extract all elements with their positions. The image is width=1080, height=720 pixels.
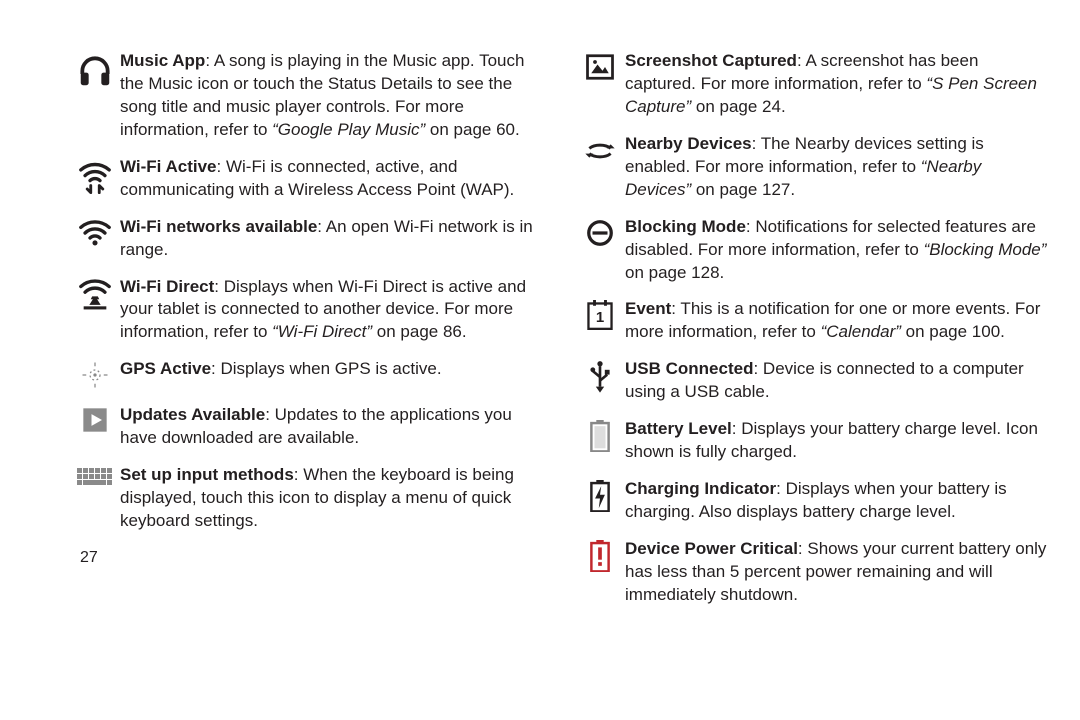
entry-power-critical: Device Power Critical: Shows your curren…: [575, 538, 1050, 607]
content-columns: Music App: A song is playing in the Musi…: [70, 50, 1050, 621]
entry-wifi-active: Wi-Fi Active: Wi-Fi is connected, active…: [70, 156, 545, 202]
updates-icon: [70, 404, 120, 450]
entry-text: Screenshot Captured: A screenshot has be…: [625, 50, 1050, 119]
blocking-mode-icon: [575, 216, 625, 285]
entry-text: Device Power Critical: Shows your curren…: [625, 538, 1050, 607]
entry-text: Event: This is a notification for one or…: [625, 298, 1050, 344]
entry-text: Updates Available: Updates to the applic…: [120, 404, 545, 450]
entry-event: 1 Event: This is a notification for one …: [575, 298, 1050, 344]
svg-text:1: 1: [596, 309, 604, 326]
entry-text: GPS Active: Displays when GPS is active.: [120, 358, 545, 390]
entry-blocking: Blocking Mode: Notifications for selecte…: [575, 216, 1050, 285]
entry-text: Charging Indicator: Displays when your b…: [625, 478, 1050, 524]
entry-text: Music App: A song is playing in the Musi…: [120, 50, 545, 142]
entry-keyboard: Set up input methods: When the keyboard …: [70, 464, 545, 533]
wifi-direct-icon: [70, 276, 120, 345]
entry-wifi-direct: Wi-Fi Direct: Displays when Wi-Fi Direct…: [70, 276, 545, 345]
entry-text: USB Connected: Device is connected to a …: [625, 358, 1050, 404]
entry-updates: Updates Available: Updates to the applic…: [70, 404, 545, 450]
keyboard-icon: [70, 464, 120, 533]
entry-gps: GPS Active: Displays when GPS is active.: [70, 358, 545, 390]
entry-charging: Charging Indicator: Displays when your b…: [575, 478, 1050, 524]
nearby-devices-icon: [575, 133, 625, 202]
entry-text: Wi-Fi Direct: Displays when Wi-Fi Direct…: [120, 276, 545, 345]
image-icon: [575, 50, 625, 119]
entry-music: Music App: A song is playing in the Musi…: [70, 50, 545, 142]
wifi-available-icon: [70, 216, 120, 262]
entry-text: Blocking Mode: Notifications for selecte…: [625, 216, 1050, 285]
headphones-icon: [70, 50, 120, 142]
battery-critical-icon: [575, 538, 625, 607]
entry-text: Nearby Devices: The Nearby devices setti…: [625, 133, 1050, 202]
entry-text: Wi-Fi networks available: An open Wi-Fi …: [120, 216, 545, 262]
gps-icon: [70, 358, 120, 390]
battery-icon: [575, 418, 625, 464]
entry-nearby: Nearby Devices: The Nearby devices setti…: [575, 133, 1050, 202]
entry-battery: Battery Level: Displays your battery cha…: [575, 418, 1050, 464]
left-column: Music App: A song is playing in the Musi…: [70, 50, 545, 621]
wifi-active-icon: [70, 156, 120, 202]
charging-icon: [575, 478, 625, 524]
calendar-event-icon: 1: [575, 298, 625, 344]
page-number: 27: [80, 547, 545, 569]
entry-text: Battery Level: Displays your battery cha…: [625, 418, 1050, 464]
entry-text: Wi-Fi Active: Wi-Fi is connected, active…: [120, 156, 545, 202]
entry-screenshot: Screenshot Captured: A screenshot has be…: [575, 50, 1050, 119]
entry-usb: USB Connected: Device is connected to a …: [575, 358, 1050, 404]
right-column: Screenshot Captured: A screenshot has be…: [575, 50, 1050, 621]
usb-icon: [575, 358, 625, 404]
entry-text: Set up input methods: When the keyboard …: [120, 464, 545, 533]
entry-wifi-available: Wi-Fi networks available: An open Wi-Fi …: [70, 216, 545, 262]
